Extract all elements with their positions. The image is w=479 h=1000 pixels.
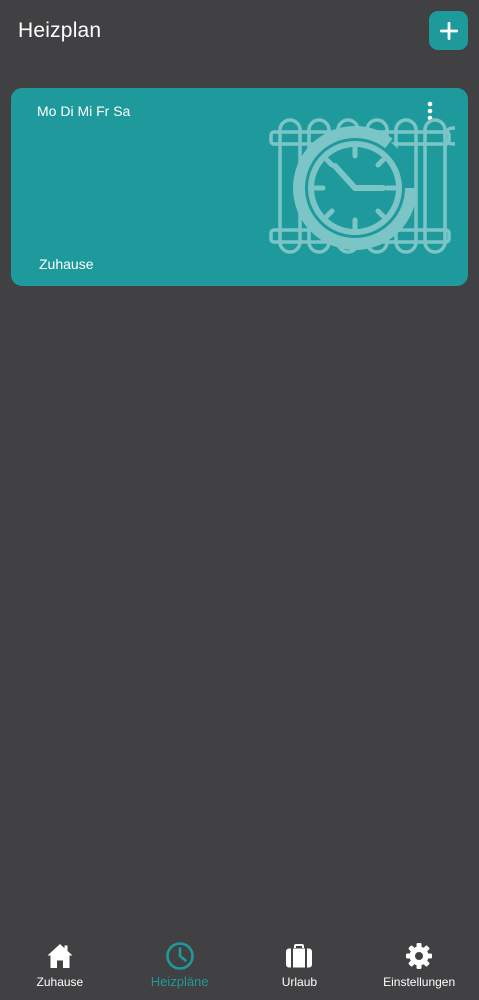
schedule-name: Zuhause bbox=[39, 256, 94, 272]
home-icon bbox=[45, 942, 75, 970]
nav-label: Urlaub bbox=[281, 975, 318, 989]
nav-item-urlaub[interactable]: Urlaub bbox=[240, 930, 360, 1000]
suitcase-icon bbox=[284, 942, 314, 970]
nav-label: Zuhause bbox=[36, 975, 84, 989]
radiator-clock-icon bbox=[269, 118, 455, 254]
nav-label: Einstellungen bbox=[383, 975, 456, 989]
nav-label: Heizpläne bbox=[150, 974, 209, 989]
nav-item-heizplaene[interactable]: Heizpläne bbox=[120, 930, 240, 1000]
gear-icon bbox=[404, 942, 434, 970]
schedule-days: Mo Di Mi Fr Sa bbox=[37, 103, 131, 119]
page-title: Heizplan bbox=[18, 19, 102, 42]
plus-icon bbox=[439, 21, 458, 40]
app-header: Heizplan bbox=[0, 0, 479, 64]
nav-item-zuhause[interactable]: Zuhause bbox=[0, 930, 120, 1000]
clock-icon bbox=[165, 942, 195, 970]
bottom-navigation: Zuhause Heizpläne Urlaub Einstellungen bbox=[0, 930, 479, 1000]
nav-item-einstellungen[interactable]: Einstellungen bbox=[359, 930, 479, 1000]
heizplan-screen: Heizplan Mo Di Mi Fr Sa Zuhause Zuhause … bbox=[0, 0, 479, 1000]
add-schedule-button[interactable] bbox=[429, 11, 468, 50]
schedule-card[interactable]: Mo Di Mi Fr Sa Zuhause bbox=[11, 88, 468, 286]
